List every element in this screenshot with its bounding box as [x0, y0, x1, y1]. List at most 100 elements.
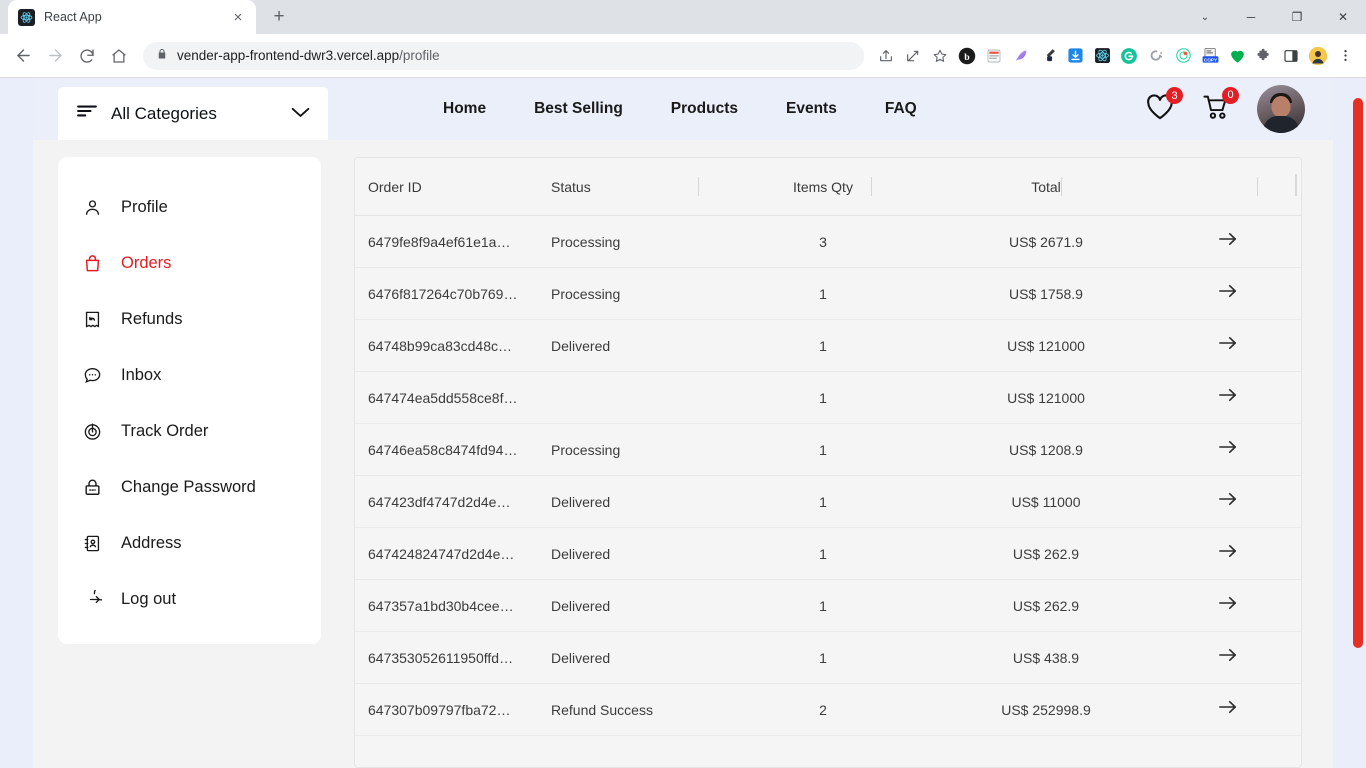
bitwarden-icon[interactable]: b [954, 43, 980, 69]
nav-link-events[interactable]: Events [786, 100, 837, 118]
arrow-right-icon[interactable] [1217, 334, 1239, 357]
address-book-icon [82, 533, 102, 553]
all-categories-dropdown[interactable]: All Categories [58, 87, 328, 140]
table-row[interactable]: 647423df4747d2d4e… Delivered 1 US$ 11000 [355, 476, 1301, 528]
profile-avatar[interactable] [1305, 43, 1331, 69]
cell-status: Delivered [551, 649, 611, 666]
sidebar-item-inbox[interactable]: Inbox [58, 347, 321, 403]
puzzle-icon[interactable] [1251, 43, 1277, 69]
arrow-right-icon[interactable] [1217, 594, 1239, 617]
close-window-button[interactable]: ✕ [1320, 0, 1366, 34]
column-divider[interactable] [1257, 177, 1258, 196]
sidebar-item-orders[interactable]: Orders [58, 235, 321, 291]
cell-items-qty: 1 [819, 545, 827, 562]
lighthouse-icon[interactable] [1170, 43, 1196, 69]
page-content: All Categories Home Best Selling Product… [33, 78, 1333, 768]
copyfish-icon[interactable]: COPY [1197, 43, 1223, 69]
back-icon[interactable] [8, 41, 38, 71]
column-divider[interactable] [871, 177, 872, 196]
table-row[interactable]: 64746ea58c8474fd94… Processing 1 US$ 120… [355, 424, 1301, 476]
table-row[interactable]: 6476f817264c70b769… Processing 1 US$ 175… [355, 268, 1301, 320]
download-icon[interactable] [1062, 43, 1088, 69]
share-icon[interactable] [873, 43, 899, 69]
close-icon[interactable]: × [230, 10, 246, 25]
page-scrollbar[interactable] [1353, 98, 1363, 648]
cell-total: US$ 438.9 [1012, 649, 1080, 666]
sidepanel-icon[interactable] [1278, 43, 1304, 69]
avatar[interactable] [1257, 85, 1305, 133]
cell-order-id: 64748b99ca83cd48c… [368, 337, 513, 354]
cell-order-id: 647357a1bd30b4cee… [368, 597, 514, 614]
table-row[interactable]: 647353052611950ffd… Delivered 1 US$ 438.… [355, 632, 1301, 684]
link-icon[interactable] [900, 43, 926, 69]
table-row[interactable]: 647424824747d2d4e… Delivered 1 US$ 262.9 [355, 528, 1301, 580]
cell-total: US$ 1758.9 [1009, 285, 1083, 302]
eyedropper-icon[interactable] [1035, 43, 1061, 69]
nav-link-home[interactable]: Home [443, 100, 486, 118]
wishlist-button[interactable]: 3 [1145, 87, 1183, 125]
cell-status: Processing [551, 233, 621, 250]
arrow-right-icon[interactable] [1217, 282, 1239, 305]
grammarly-icon[interactable] [1116, 43, 1142, 69]
browser-tab-strip: React App × + ⌄ ─ ❐ ✕ [0, 0, 1366, 34]
cell-status: Delivered [551, 597, 611, 614]
sidebar-item-logout[interactable]: Log out [58, 571, 321, 627]
column-header-order-id[interactable]: Order ID [355, 179, 551, 195]
sidebar-item-label: Inbox [121, 365, 162, 384]
profile-content-area: Profile Orders Refunds Inbox Track Order… [33, 140, 1333, 768]
home-icon[interactable] [104, 41, 134, 71]
menu-icon[interactable] [1332, 43, 1358, 69]
url-path: /profile [399, 48, 440, 63]
filter-lines-icon [76, 103, 98, 124]
table-row[interactable]: 647357a1bd30b4cee… Delivered 1 US$ 262.9 [355, 580, 1301, 632]
column-divider[interactable] [698, 177, 699, 196]
sidebar-item-profile[interactable]: Profile [58, 179, 321, 235]
arrow-right-icon[interactable] [1217, 438, 1239, 461]
grammar-icon[interactable] [1008, 43, 1034, 69]
minimize-button[interactable]: ─ [1228, 0, 1274, 34]
new-tab-button[interactable]: + [265, 3, 293, 31]
maximize-button[interactable]: ❐ [1274, 0, 1320, 34]
extensions-bar: b COPY [873, 43, 1358, 69]
arrow-right-icon[interactable] [1217, 230, 1239, 253]
logout-icon [82, 589, 102, 609]
arrow-right-icon[interactable] [1217, 698, 1239, 721]
star-icon[interactable] [927, 43, 953, 69]
table-row[interactable]: 647307b09797fba72… Refund Success 2 US$ … [355, 684, 1301, 736]
sidebar-item-track-order[interactable]: Track Order [58, 403, 321, 459]
forward-icon[interactable] [40, 41, 70, 71]
table-row[interactable]: 647474ea5dd558ce8f… 1 US$ 121000 [355, 372, 1301, 424]
cell-order-id: 647474ea5dd558ce8f… [368, 389, 518, 406]
table-row[interactable]: 64748b99ca83cd48c… Delivered 1 US$ 12100… [355, 320, 1301, 372]
sidebar-item-address[interactable]: Address [58, 515, 321, 571]
column-header-total[interactable]: Total [937, 179, 1155, 195]
sidebar-item-refunds[interactable]: Refunds [58, 291, 321, 347]
browser-tab[interactable]: React App × [8, 0, 256, 34]
cell-order-id: 647307b09797fba72… [368, 701, 511, 718]
cell-total: US$ 11000 [1011, 493, 1081, 510]
sidebar-item-change-password[interactable]: Change Password [58, 459, 321, 515]
sidebar-item-label: Log out [121, 589, 177, 608]
react-devtools-icon[interactable] [1089, 43, 1115, 69]
table-row[interactable]: 6479fe8f9a4ef61e1a… Processing 3 US$ 267… [355, 216, 1301, 268]
nav-link-faq[interactable]: FAQ [885, 100, 917, 118]
column-header-items-qty[interactable]: Items Qty [709, 179, 937, 195]
arrow-right-icon[interactable] [1217, 542, 1239, 565]
pocket-icon[interactable] [1224, 43, 1250, 69]
address-bar[interactable]: vender-app-frontend-dwr3.vercel.app/prof… [143, 41, 864, 70]
arrow-right-icon[interactable] [1217, 386, 1239, 409]
chevron-down-icon[interactable]: ⌄ [1182, 0, 1228, 34]
reader-icon[interactable] [981, 43, 1007, 69]
nav-link-products[interactable]: Products [671, 100, 738, 118]
lock-icon [156, 47, 168, 65]
cell-items-qty: 1 [819, 441, 827, 458]
column-divider[interactable] [1061, 177, 1062, 196]
colorzilla-icon[interactable] [1143, 43, 1169, 69]
arrow-right-icon[interactable] [1217, 646, 1239, 669]
column-header-status[interactable]: Status [551, 179, 709, 195]
arrow-right-icon[interactable] [1217, 490, 1239, 513]
reload-icon[interactable] [72, 41, 102, 71]
nav-link-best-selling[interactable]: Best Selling [534, 100, 623, 118]
column-resizer[interactable] [1295, 174, 1297, 196]
cart-button[interactable]: 0 [1201, 86, 1239, 126]
